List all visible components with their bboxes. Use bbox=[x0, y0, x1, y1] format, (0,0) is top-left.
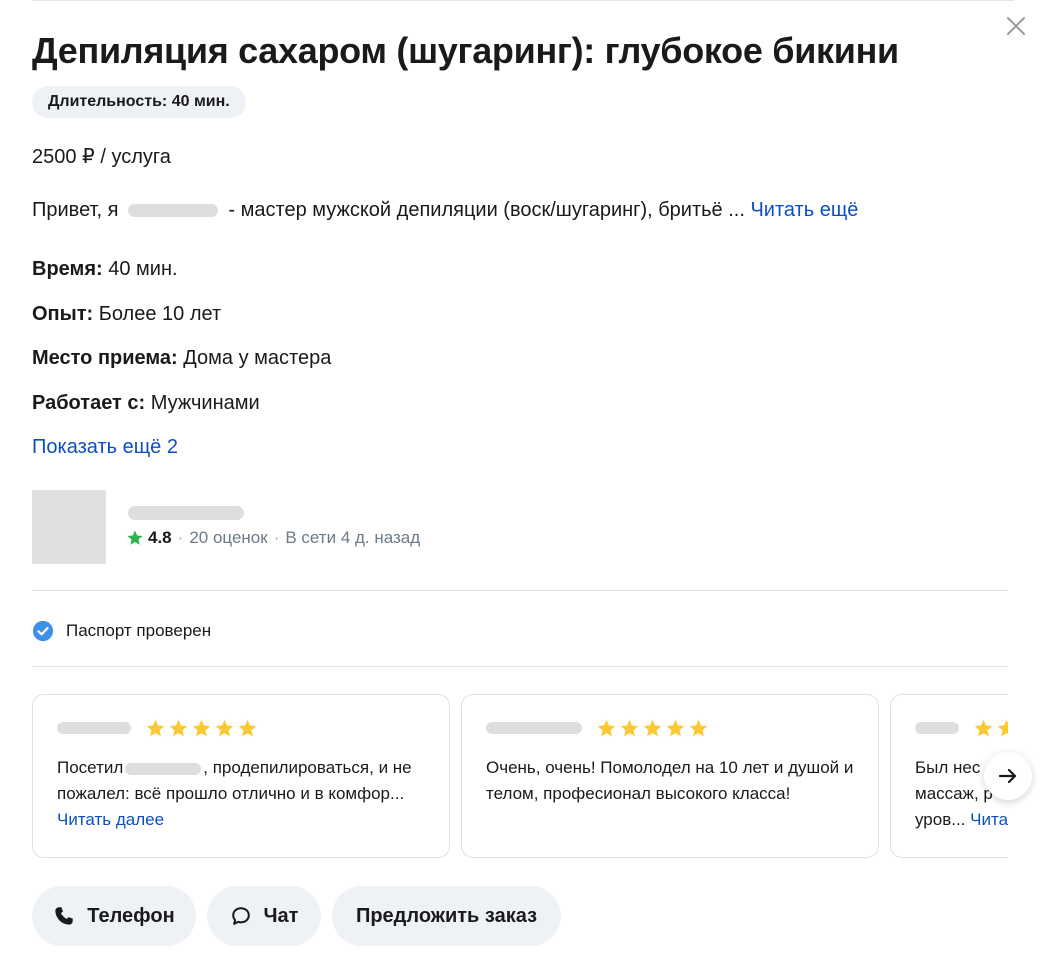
star-icon bbox=[192, 719, 211, 736]
review-text-line: Был нес bbox=[915, 758, 981, 777]
attribute-value: Дома у мастера bbox=[183, 347, 332, 369]
offer-order-button-label: Предложить заказ bbox=[355, 904, 538, 927]
close-button[interactable] bbox=[1004, 14, 1028, 38]
attribute-time: Время: 40 мин. bbox=[32, 258, 178, 281]
phone-button-label: Телефон bbox=[87, 904, 175, 927]
review-header bbox=[57, 717, 425, 739]
reviews-count-link[interactable]: 20 оценок bbox=[189, 528, 267, 548]
top-divider bbox=[32, 0, 1014, 1]
page-title: Депиляция сахаром (шугаринг): глубокое б… bbox=[32, 30, 899, 71]
hidden-name-placeholder bbox=[128, 204, 219, 217]
attribute-value: Более 10 лет bbox=[98, 303, 222, 325]
carousel-next-button[interactable] bbox=[984, 752, 1032, 800]
show-more-link[interactable]: Показать ещё 2 bbox=[32, 436, 178, 459]
attribute-label: Опыт: bbox=[32, 303, 94, 325]
review-stars bbox=[596, 718, 711, 739]
verified-label: Паспорт проверен bbox=[66, 621, 212, 640]
star-icon bbox=[974, 719, 993, 736]
attribute-value: Мужчинами bbox=[150, 392, 260, 414]
review-header bbox=[486, 717, 854, 739]
star-icon bbox=[146, 719, 165, 736]
hidden-name-placeholder bbox=[125, 762, 202, 775]
reviews-carousel[interactable]: Посетил, продепилироваться, и не пожалел… bbox=[32, 694, 1008, 860]
star-icon bbox=[997, 719, 1008, 736]
rating-value: 4.8 bbox=[148, 528, 172, 547]
chat-icon bbox=[231, 907, 250, 925]
master-meta: 4.8 · 20 оценок · В сети 4 д. назад bbox=[126, 528, 420, 548]
separator: · bbox=[177, 528, 184, 547]
star-icon bbox=[238, 719, 257, 736]
review-header bbox=[915, 717, 1008, 739]
duration-chip: Длительность: 40 мин. bbox=[32, 86, 246, 118]
review-stars bbox=[145, 718, 260, 739]
review-text-start: Посетил bbox=[57, 758, 124, 777]
reviewer-name-placeholder bbox=[57, 722, 131, 734]
review-text: Очень, очень! Помолодел на 10 лет и душо… bbox=[486, 758, 854, 803]
attribute-value: 40 мин. bbox=[108, 258, 178, 280]
passport-verified: Паспорт проверен bbox=[32, 620, 211, 642]
review-card[interactable]: Очень, очень! Помолодел на 10 лет и душо… bbox=[461, 694, 879, 858]
review-text-line: массаж, р bbox=[915, 784, 993, 803]
attribute-works-with: Работает с: Мужчинами bbox=[32, 392, 260, 415]
star-icon bbox=[127, 530, 143, 545]
attribute-label: Место приема: bbox=[32, 347, 178, 369]
review-card[interactable]: Посетил, продепилироваться, и не пожалел… bbox=[32, 694, 450, 858]
star-icon bbox=[620, 719, 639, 736]
price: 2500 ₽ / услуга bbox=[32, 146, 171, 168]
reviewer-name-placeholder bbox=[486, 722, 582, 734]
separator: · bbox=[273, 528, 280, 547]
close-icon bbox=[1007, 17, 1025, 35]
read-more-link[interactable]: Читать далее bbox=[57, 810, 164, 829]
star-icon bbox=[689, 719, 708, 736]
online-status: В сети 4 д. назад bbox=[285, 528, 421, 547]
attribute-label: Работает с: bbox=[32, 392, 146, 414]
attribute-label: Время: bbox=[32, 258, 103, 280]
phone-icon bbox=[55, 907, 73, 925]
star-icon bbox=[597, 719, 616, 736]
section-divider bbox=[32, 590, 1008, 591]
arrow-right-icon bbox=[998, 768, 1017, 784]
master-name-placeholder[interactable] bbox=[128, 506, 244, 520]
review-stars bbox=[973, 718, 1008, 739]
review-text: Посетил, продепилироваться, и не пожалел… bbox=[57, 755, 425, 833]
phone-button[interactable]: Телефон bbox=[32, 886, 196, 946]
attribute-location: Место приема: Дома у мастера bbox=[32, 347, 331, 370]
verified-check-icon bbox=[32, 620, 54, 642]
description: Привет, я - мастер мужской депиляции (во… bbox=[32, 199, 858, 222]
description-text-start: Привет, я bbox=[32, 199, 119, 221]
chat-button-label: Чат bbox=[263, 904, 299, 927]
star-icon bbox=[666, 719, 685, 736]
read-more-link[interactable]: Читать ещё bbox=[750, 199, 858, 222]
offer-order-button[interactable]: Предложить заказ bbox=[332, 886, 561, 946]
section-divider bbox=[32, 666, 1008, 667]
star-icon bbox=[215, 719, 234, 736]
reviewer-name-placeholder bbox=[915, 722, 959, 734]
star-icon bbox=[169, 719, 188, 736]
attribute-experience: Опыт: Более 10 лет bbox=[32, 303, 221, 326]
review-text-line: уров... bbox=[915, 810, 966, 829]
chat-button[interactable]: Чат bbox=[207, 886, 321, 946]
description-text-end: - мастер мужской депиляции (воск/шугарин… bbox=[228, 199, 745, 221]
avatar[interactable] bbox=[32, 490, 106, 564]
star-icon bbox=[643, 719, 662, 736]
read-more-link[interactable]: Чита bbox=[970, 810, 1008, 829]
